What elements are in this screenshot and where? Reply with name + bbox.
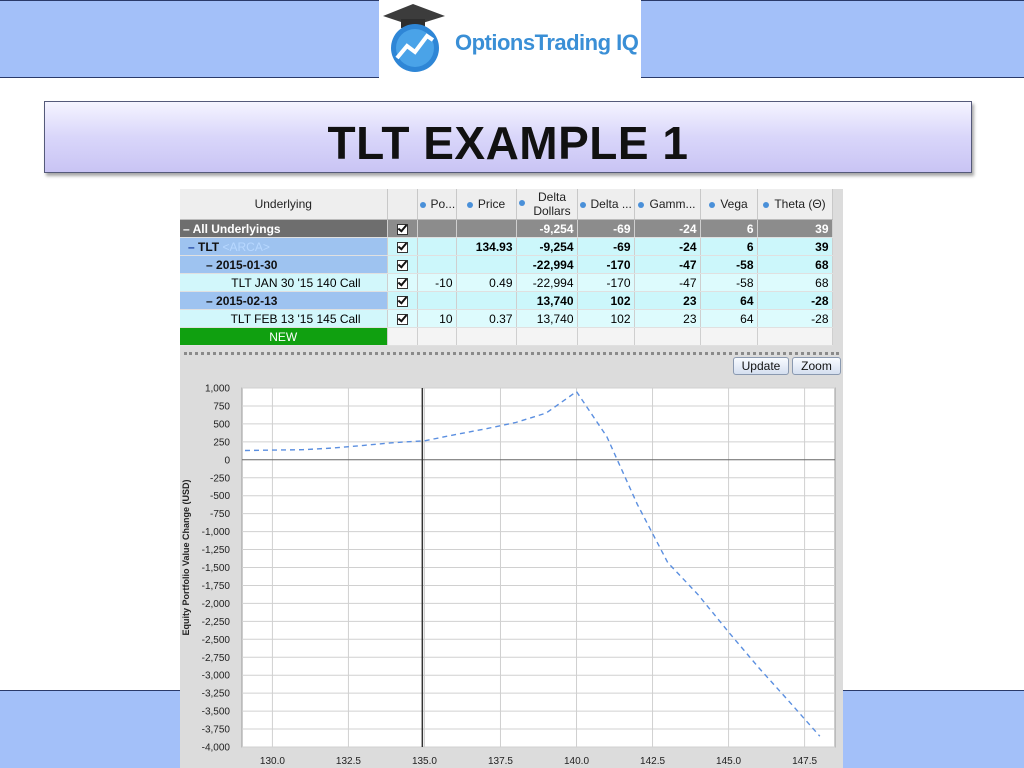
y-tick-label: -1,000	[202, 527, 231, 538]
x-tick-label: 145.0	[716, 756, 741, 767]
y-tick-label: -2,250	[202, 617, 231, 628]
slide-title-box: TLT EXAMPLE 1	[44, 101, 972, 173]
x-tick-label: 140.0	[564, 756, 589, 767]
x-tick-label: 135.0	[412, 756, 437, 767]
y-tick-label: -3,750	[202, 725, 231, 736]
x-tick-label: 137.5	[488, 756, 513, 767]
y-tick-label: -3,500	[202, 707, 231, 718]
y-tick-label: -4,000	[202, 743, 231, 754]
y-tick-label: 500	[213, 419, 230, 430]
y-tick-label: -3,250	[202, 689, 231, 700]
risk-navigator-panel: Underlying Po... Price Delta Dollars Del…	[180, 189, 843, 768]
pnl-chart: 130.0 132.5 135.0 137.5 140.0 142.5 145.0 147.5…	[181, 384, 836, 767]
logo-text: OptionsTrading IQ	[455, 30, 639, 55]
graduation-cap-logo-icon	[383, 4, 445, 72]
y-tick-label: -1,250	[202, 545, 231, 556]
y-tick-label: -1,750	[202, 581, 231, 592]
x-tick-label: 132.5	[336, 756, 361, 767]
y-tick-label: 250	[213, 437, 230, 448]
slide-title: TLT EXAMPLE 1	[327, 117, 689, 169]
y-tick-label: 750	[213, 401, 230, 412]
y-tick-label: -2,000	[202, 599, 231, 610]
y-tick-label: -750	[210, 509, 230, 520]
x-tick-label: 130.0	[260, 756, 285, 767]
y-tick-label: -500	[210, 491, 230, 502]
y-tick-label: 0	[224, 455, 230, 466]
logo: OptionsTrading IQ	[379, 0, 641, 78]
y-tick-label: -1,500	[202, 563, 231, 574]
x-tick-label: 142.5	[640, 756, 665, 767]
x-tick-label: 147.5	[792, 756, 817, 767]
y-tick-label: 1,000	[205, 384, 230, 395]
y-tick-label: -2,750	[202, 653, 231, 664]
y-axis-label: Equity Portfolio Value Change (USD)	[181, 479, 191, 635]
y-tick-label: -250	[210, 473, 230, 484]
y-tick-label: -3,000	[202, 671, 231, 682]
y-tick-label: -2,500	[202, 635, 231, 646]
